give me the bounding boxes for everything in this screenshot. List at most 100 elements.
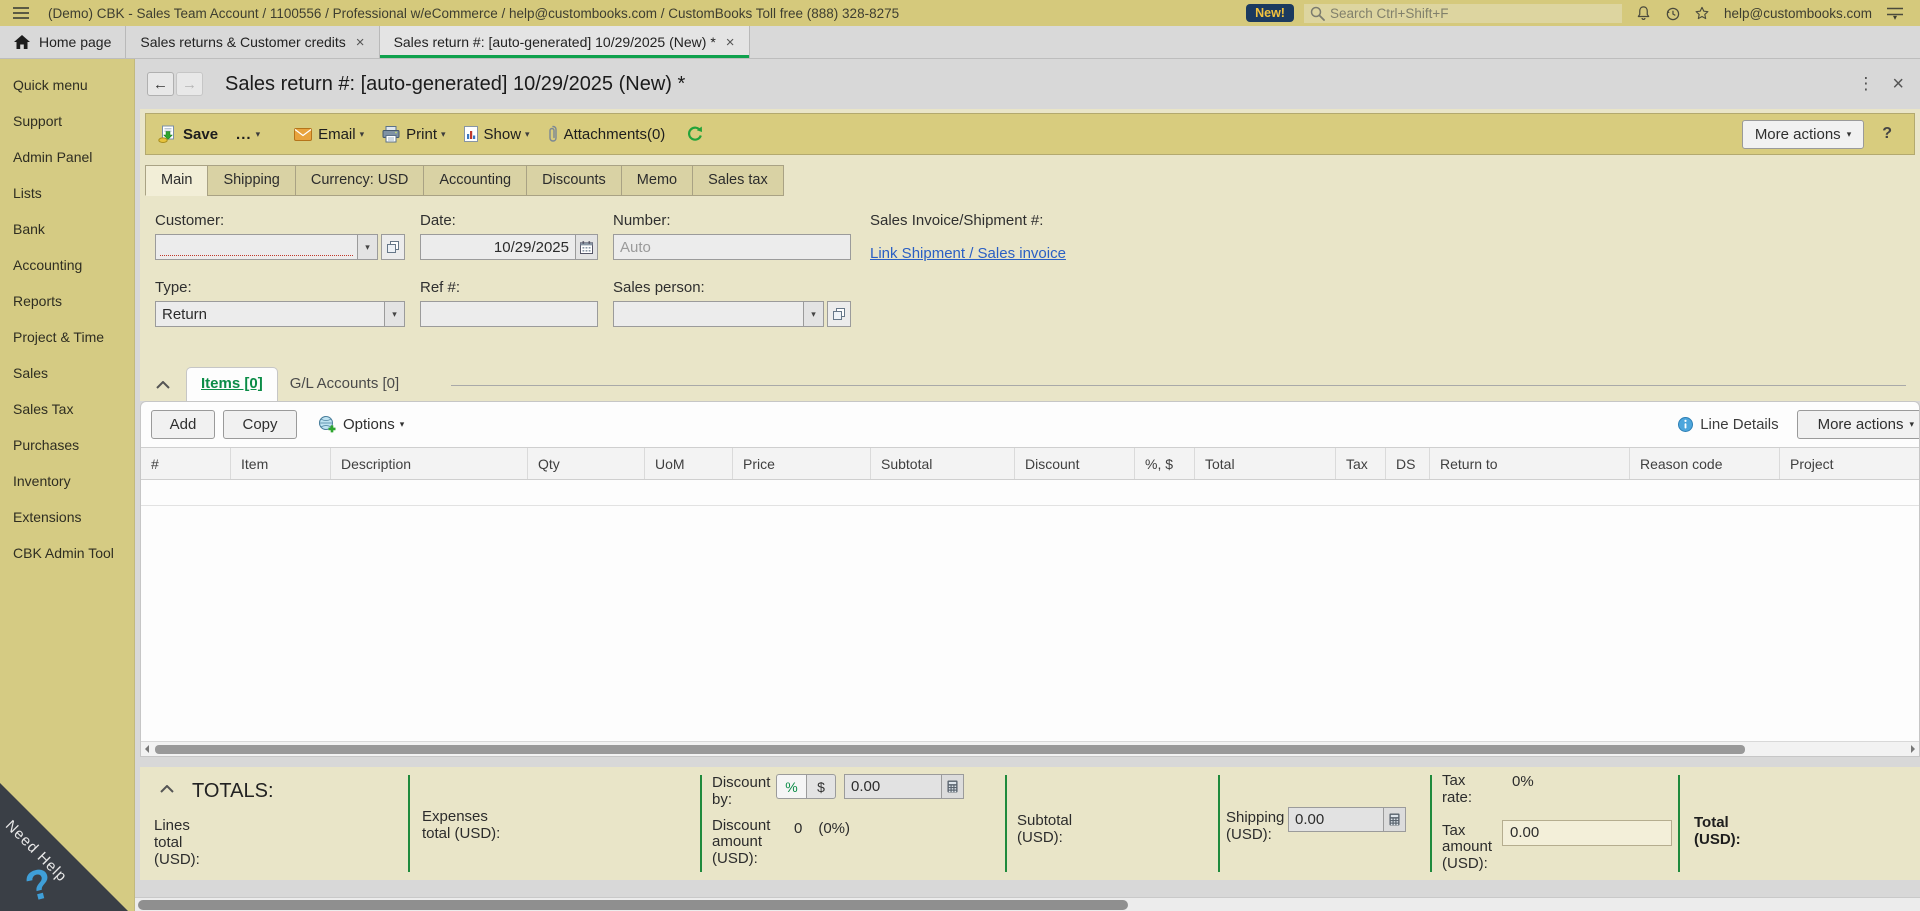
favorites-star-icon[interactable] (1694, 6, 1710, 21)
save-button[interactable]: Save (158, 125, 218, 143)
forward-button[interactable]: → (176, 72, 203, 96)
column-header-total[interactable]: Total (1195, 448, 1336, 479)
scroll-left-icon[interactable] (145, 745, 149, 753)
window-horizontal-scrollbar[interactable] (135, 897, 1920, 911)
salesperson-dropdown-icon[interactable]: ▾ (803, 302, 823, 326)
column-header-uom[interactable]: UoM (645, 448, 733, 479)
tab-close-icon[interactable]: × (726, 34, 735, 51)
column-header-return-to[interactable]: Return to (1430, 448, 1630, 479)
tax-amount-input[interactable]: 0.00 (1502, 820, 1672, 846)
sidebar-item-inventory[interactable]: Inventory (0, 463, 134, 499)
column-header-[interactable]: # (141, 448, 231, 479)
scrollbar-thumb[interactable] (138, 900, 1128, 910)
browser-tab-sales-returns-customer-credits[interactable]: Sales returns & Customer credits× (126, 26, 379, 58)
page-menu-dots-icon[interactable]: ⋮ (1845, 74, 1886, 94)
sidebar-item-bank[interactable]: Bank (0, 211, 134, 247)
column-header-discount[interactable]: Discount (1015, 448, 1135, 479)
browser-tab-home-page[interactable]: Home page (0, 26, 126, 58)
collapse-totals-icon[interactable] (154, 777, 180, 801)
attachments-button[interactable]: Attachments(0) (548, 125, 666, 143)
ref-input[interactable] (420, 301, 598, 327)
new-badge[interactable]: New! (1246, 4, 1294, 22)
date-field[interactable]: 10/29/2025 (420, 234, 598, 260)
column-header-project[interactable]: Project (1780, 448, 1919, 479)
sidebar-item-sales-tax[interactable]: Sales Tax (0, 391, 134, 427)
calendar-icon[interactable] (575, 235, 597, 259)
sidebar-item-support[interactable]: Support (0, 103, 134, 139)
form-tab-memo[interactable]: Memo (621, 165, 692, 196)
column-header-description[interactable]: Description (331, 448, 528, 479)
number-input[interactable]: Auto (614, 235, 850, 259)
form-tab-accounting[interactable]: Accounting (423, 165, 526, 196)
history-icon[interactable] (1665, 6, 1680, 21)
form-tab-sales-tax[interactable]: Sales tax (692, 165, 784, 196)
notifications-bell-icon[interactable] (1636, 5, 1651, 21)
number-field[interactable]: Auto (613, 234, 851, 260)
browser-tab-sales-return-auto-generated-10-29-2025-new[interactable]: Sales return #: [auto-generated] 10/29/2… (380, 26, 750, 58)
sidebar-item-lists[interactable]: Lists (0, 175, 134, 211)
column-header-item[interactable]: Item (231, 448, 331, 479)
column-header-ds[interactable]: DS (1386, 448, 1430, 479)
column-header-qty[interactable]: Qty (528, 448, 645, 479)
items-table-body[interactable] (141, 506, 1919, 741)
add-row-button[interactable]: Add (151, 410, 215, 439)
sidebar-item-sales[interactable]: Sales (0, 355, 134, 391)
items-horizontal-scrollbar[interactable] (141, 741, 1919, 756)
sidebar-item-cbk-admin-tool[interactable]: CBK Admin Tool (0, 535, 134, 571)
form-tab-main[interactable]: Main (145, 165, 207, 196)
shipping-input[interactable]: 0.00 (1288, 807, 1406, 832)
customer-input[interactable] (156, 235, 357, 259)
sidebar-item-purchases[interactable]: Purchases (0, 427, 134, 463)
items-empty-row[interactable] (141, 480, 1919, 506)
discount-by-input[interactable]: 0.00 (844, 774, 964, 799)
salesperson-open-button[interactable] (827, 301, 851, 327)
page-close-icon[interactable]: × (1886, 73, 1920, 96)
type-select[interactable]: Return ▾ (155, 301, 405, 327)
collapse-items-icon[interactable] (150, 373, 176, 397)
show-button[interactable]: Show ▾ (464, 126, 530, 143)
sidebar-item-project-time[interactable]: Project & Time (0, 319, 134, 355)
tab-gl-accounts[interactable]: G/L Accounts [0] (278, 368, 412, 401)
sidebar-item-quick-menu[interactable]: Quick menu (0, 67, 134, 103)
print-button[interactable]: Print ▾ (382, 126, 445, 143)
save-more-button[interactable]: ... ▾ (236, 126, 260, 143)
help-email-link[interactable]: help@custombooks.com (1724, 6, 1872, 21)
need-help-ribbon[interactable]: Need Help ? (0, 783, 128, 911)
search-input[interactable]: Search Ctrl+Shift+F (1304, 4, 1622, 23)
discount-dollar-button[interactable]: $ (806, 774, 836, 799)
sidebar-item-reports[interactable]: Reports (0, 283, 134, 319)
customer-open-button[interactable] (381, 234, 405, 260)
salesperson-combobox[interactable]: ▾ (613, 301, 824, 327)
form-tab-discounts[interactable]: Discounts (526, 165, 621, 196)
calculator-icon[interactable] (1383, 808, 1405, 831)
salesperson-input[interactable] (614, 302, 803, 326)
help-button[interactable]: ? (1882, 125, 1892, 143)
customer-combobox[interactable]: ▾ (155, 234, 378, 260)
tab-items[interactable]: Items [0] (186, 367, 278, 401)
sidebar-item-accounting[interactable]: Accounting (0, 247, 134, 283)
sidebar-item-admin-panel[interactable]: Admin Panel (0, 139, 134, 175)
ref-value[interactable] (421, 302, 597, 326)
line-details-button[interactable]: Line Details (1678, 416, 1778, 433)
more-actions-button[interactable]: More actions ▾ (1742, 120, 1864, 149)
copy-row-button[interactable]: Copy (223, 410, 297, 439)
scroll-right-icon[interactable] (1911, 745, 1915, 753)
scrollbar-thumb[interactable] (155, 745, 1745, 754)
column-header-reason-code[interactable]: Reason code (1630, 448, 1780, 479)
date-value[interactable]: 10/29/2025 (421, 235, 575, 259)
email-button[interactable]: Email ▾ (294, 126, 364, 143)
column-header-[interactable]: %, $ (1135, 448, 1195, 479)
calculator-icon[interactable] (941, 775, 963, 798)
link-shipment-link[interactable]: Link Shipment / Sales invoice (870, 245, 1066, 262)
column-header-tax[interactable]: Tax (1336, 448, 1386, 479)
form-tab-shipping[interactable]: Shipping (207, 165, 294, 196)
options-button[interactable]: Options ▾ (319, 416, 404, 433)
back-button[interactable]: ← (147, 72, 174, 96)
column-header-subtotal[interactable]: Subtotal (871, 448, 1015, 479)
tab-close-icon[interactable]: × (356, 34, 365, 51)
refresh-button[interactable] (687, 126, 709, 142)
discount-percent-button[interactable]: % (776, 774, 806, 799)
form-tab-currency-usd[interactable]: Currency: USD (295, 165, 424, 196)
type-dropdown-icon[interactable]: ▾ (384, 302, 404, 326)
items-more-actions-button[interactable]: More actions ▾ (1797, 410, 1920, 439)
